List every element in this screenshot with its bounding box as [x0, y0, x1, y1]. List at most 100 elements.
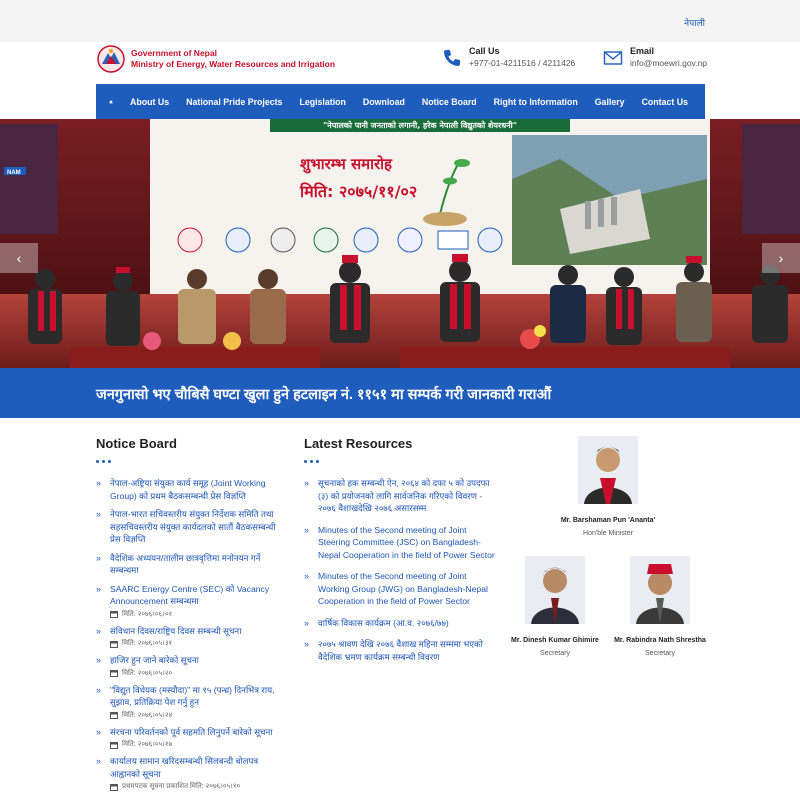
bullet-icon: » [96, 552, 102, 563]
official-role: Secretary [540, 649, 570, 657]
notice-item[interactable]: » नेपाल-अष्ट्रिया संयुक्त कार्य समूह (Joi… [96, 477, 286, 502]
calendar-icon [110, 670, 118, 677]
mail-icon [603, 51, 623, 65]
calendar-icon [110, 741, 118, 749]
nav-national-pride-projects[interactable]: National Pride Projects [186, 97, 282, 107]
secretary-photo [630, 556, 690, 624]
notice-item[interactable]: » कार्यालय सामान खरिदसम्बन्धी सिलबन्दी बो… [96, 755, 286, 791]
site-header: Government of Nepal Ministry of Energy, … [0, 42, 800, 84]
nav-right-to-information[interactable]: Right to Information [494, 97, 578, 107]
resource-title[interactable]: वार्षिक विकास कार्यक्रम (आ.व. २०७६/७७) [318, 617, 449, 630]
official-card-minister[interactable]: Mr. Barshaman Pun 'Ananta' Hon'ble Minis… [560, 436, 656, 537]
nav-download[interactable]: Download [363, 97, 405, 107]
latest-resources-title: Latest Resources [304, 436, 413, 451]
official-role: Secretary [645, 649, 675, 657]
minister-photo [578, 436, 638, 504]
banner-slogan: "नेपालको पानी जनताको लगानी, हरेक नेपाली … [323, 120, 517, 131]
notice-title[interactable]: "विद्युत विधेयक (मस्यौदा)" मा १५ (पन्ध्र… [110, 684, 286, 709]
notice-title[interactable]: SAARC Energy Centre (SEC) को Vacancy Ann… [110, 583, 286, 608]
notice-board-section: Notice Board » नेपाल-अष्ट्रिया संयुक्त का… [96, 436, 286, 797]
resource-title[interactable]: २०७५ श्रावण देखि २०७६ वैशाख महिना सम्ममा… [318, 638, 500, 663]
nav-about-us[interactable]: About Us [130, 97, 169, 107]
home-icon[interactable] [109, 95, 113, 109]
official-name: Mr. Rabindra Nath Shrestha [614, 637, 706, 644]
notice-item[interactable]: » "विद्युत विधेयक (मस्यौदा)" मा १५ (पन्ध्… [96, 684, 286, 720]
title-underline [96, 460, 286, 463]
resource-title[interactable]: Minutes of the Second meeting of Joint W… [318, 570, 500, 608]
notice-date: मिति: २०७६।०५।२४ [110, 711, 286, 720]
language-switch-link[interactable]: नेपाली [684, 16, 705, 29]
notice-date-text: प्रथमपटक सूचना प्रकाशित मिति: २०७६।०५।१० [122, 783, 241, 790]
nav-notice-board[interactable]: Notice Board [422, 97, 477, 107]
resource-item[interactable]: » २०७५ श्रावण देखि २०७६ वैशाख महिना सम्मम… [304, 638, 500, 663]
notice-date: मिति: २०७६।०५।३१ [110, 639, 241, 648]
latest-resources-section: Latest Resources » सूचनाको हक सम्बन्धी ऐन… [304, 436, 500, 672]
resource-item[interactable]: » Minutes of the Second meeting of Joint … [304, 524, 500, 562]
notice-date-text: मिति: २०७६।०६।०१ [122, 610, 173, 618]
resource-title[interactable]: सूचनाको हक सम्बन्धी ऐन, २०६४ को दफा ५ को… [318, 477, 500, 515]
notice-date: मिति: २०७६।०५।२० [110, 669, 199, 678]
call-us-number[interactable]: +977-01-4211516 / 4211426 [469, 57, 575, 70]
hero-slider[interactable]: NAM "नेपालको पानी जनताको लगानी, हरेक नेप… [0, 119, 800, 368]
notice-date: मिति: २०७६।०६।०१ [110, 610, 286, 619]
notice-title[interactable]: कार्यालय सामान खरिदसम्बन्धी सिलबन्दी बोल… [110, 755, 286, 780]
email-address[interactable]: info@moewri.gov.np [630, 57, 707, 70]
nepal-emblem-icon [97, 45, 125, 73]
notice-item[interactable]: » हाजिर हुन जाने बारेको सूचना मिति: २०७६।०… [96, 654, 286, 678]
title-underline [304, 460, 500, 463]
banner-event-date: मिति: २०७५/११/०२ [299, 182, 417, 201]
notice-title[interactable]: नेपाल-अष्ट्रिया संयुक्त कार्य समूह (Join… [110, 477, 286, 502]
site-logo[interactable]: Government of Nepal Ministry of Energy, … [96, 44, 335, 74]
official-role: Hon'ble Minister [583, 529, 633, 537]
resource-list: » सूचनाको हक सम्बन्धी ऐन, २०६४ को दफा ५ क… [304, 477, 500, 663]
bullet-icon: » [96, 509, 102, 519]
official-card-secretary-1[interactable]: Mr. Dinesh Kumar Ghimire Secretary [507, 556, 603, 657]
resource-item[interactable]: » वार्षिक विकास कार्यक्रम (आ.व. २०७६/७७) [304, 617, 500, 630]
bullet-icon: » [304, 478, 310, 488]
side-screen-sign: NAM [7, 170, 21, 176]
resource-item[interactable]: » सूचनाको हक सम्बन्धी ऐन, २०६४ को दफा ५ क… [304, 477, 500, 515]
notice-title[interactable]: वैदेशिक अध्ययन/तालीम छात्रवृत्तिमा मनोनय… [110, 552, 286, 577]
notice-title[interactable]: संरचना परिवर्तनको पूर्व सहमति लिनुपर्ने … [110, 726, 273, 739]
bullet-icon: » [96, 583, 102, 594]
calendar-icon [110, 640, 118, 648]
notice-board-title: Notice Board [96, 436, 177, 451]
notice-title[interactable]: नेपाल-भारत सचिवस्तरीय संयुक्त निर्देशक स… [110, 508, 286, 546]
resource-item[interactable]: » Minutes of the Second meeting of Joint … [304, 570, 500, 608]
notice-item[interactable]: » वैदेशिक अध्ययन/तालीम छात्रवृत्तिमा मनोन… [96, 552, 286, 577]
notice-date-text: मिति: २०७६।०५।१७ [122, 741, 173, 748]
chevron-left-icon: ‹ [16, 250, 22, 266]
bullet-icon: » [96, 684, 102, 695]
nav-legislation[interactable]: Legislation [299, 97, 345, 107]
secretary-photo [525, 556, 585, 624]
bullet-icon: » [304, 617, 310, 628]
slider-prev-button[interactable]: ‹ [0, 243, 38, 273]
notice-date: प्रथमपटक सूचना प्रकाशित मिति: २०७६।०५।१० [110, 782, 286, 791]
chevron-right-icon: › [778, 250, 784, 266]
nav-gallery[interactable]: Gallery [595, 97, 625, 107]
slider-next-button[interactable]: › [762, 243, 800, 273]
org-line-2: Ministry of Energy, Water Resources and … [131, 59, 336, 69]
email-title: Email [630, 46, 655, 56]
notice-item[interactable]: » SAARC Energy Centre (SEC) को Vacancy An… [96, 583, 286, 619]
notice-title[interactable]: संविधान दिवस/राष्ट्रिय दिवस सम्बन्धी सूच… [110, 625, 241, 638]
main-navbar: About Us National Pride Projects Legisla… [96, 84, 705, 119]
phone-icon [444, 50, 460, 66]
bullet-icon: » [304, 639, 310, 649]
bullet-icon: » [304, 571, 310, 581]
org-line-1: Government of Nepal [131, 48, 217, 58]
email-block: Email info@moewri.gov.np [603, 45, 707, 70]
notice-item[interactable]: » नेपाल-भारत सचिवस्तरीय संयुक्त निर्देशक … [96, 508, 286, 546]
hotline-bar: जनगुनासो भए चौबिसै घण्टा खुला हुने हटलाइ… [0, 368, 800, 418]
resource-title[interactable]: Minutes of the Second meeting of Joint S… [318, 524, 500, 562]
nav-contact-us[interactable]: Contact Us [642, 97, 688, 107]
bullet-icon: » [96, 655, 102, 665]
official-name: Mr. Dinesh Kumar Ghimire [511, 637, 599, 644]
bullet-icon: » [96, 726, 102, 737]
calendar-icon [110, 712, 118, 719]
official-card-secretary-2[interactable]: Mr. Rabindra Nath Shrestha Secretary [612, 556, 708, 657]
notice-title[interactable]: हाजिर हुन जाने बारेको सूचना [110, 654, 199, 667]
hotline-text: जनगुनासो भए चौबिसै घण्टा खुला हुने हटलाइ… [96, 387, 552, 403]
notice-item[interactable]: » संरचना परिवर्तनको पूर्व सहमति लिनुपर्ने… [96, 726, 286, 750]
notice-item[interactable]: » संविधान दिवस/राष्ट्रिय दिवस सम्बन्धी सू… [96, 625, 286, 649]
